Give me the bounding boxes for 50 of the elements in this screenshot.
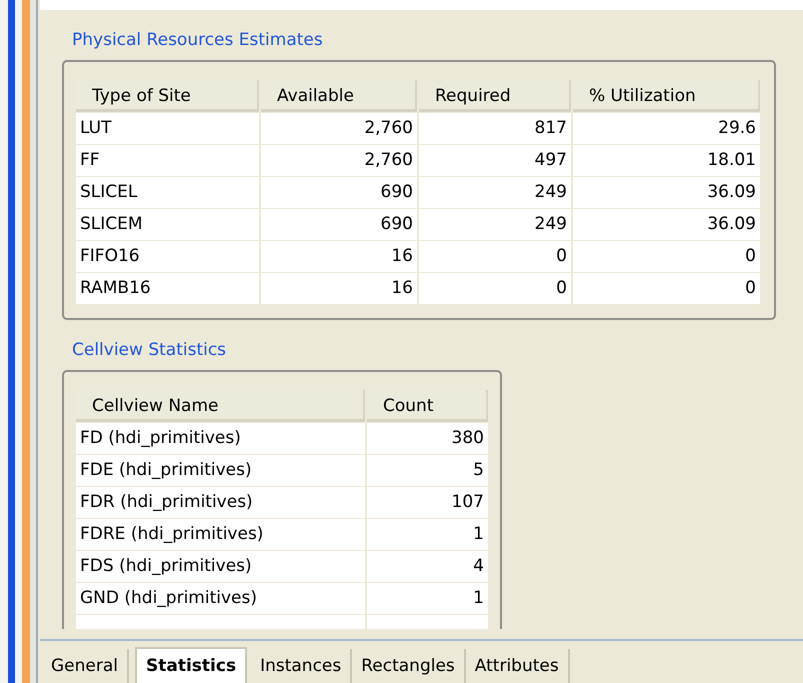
- section-title: Physical Resources Estimates: [72, 29, 324, 52]
- table-cell: GND (hdi_primitives): [76, 583, 365, 614]
- table-cell: FDR (hdi_primitives): [76, 487, 365, 518]
- column-header[interactable]: % Utilization: [573, 80, 760, 112]
- column-header[interactable]: Available: [261, 80, 417, 112]
- table-cell: 1: [367, 583, 488, 614]
- table-cell: LUT: [76, 113, 259, 144]
- table-cell: 2,760: [261, 113, 417, 144]
- table-cell: 18.01: [573, 145, 760, 176]
- table-cell: 29.6: [573, 113, 760, 144]
- table-cell: 497: [419, 145, 571, 176]
- table-cell: 690: [261, 209, 417, 240]
- table-cell: FD (hdi_primitives): [76, 423, 365, 454]
- table-cell: SLICEM: [76, 209, 259, 240]
- tab[interactable]: General: [42, 649, 129, 683]
- section-title: Cellview Statistics: [72, 339, 228, 362]
- tab[interactable]: Attributes: [466, 649, 570, 683]
- tab[interactable]: Instances: [251, 649, 352, 683]
- table-cell: 4: [367, 551, 488, 582]
- splitter-bar[interactable]: [0, 0, 40, 683]
- table-cell: 16: [261, 241, 417, 272]
- table-cell: 36.09: [573, 177, 760, 208]
- column-header[interactable]: Required: [419, 80, 571, 112]
- table-cell: FDRE (hdi_primitives): [76, 519, 365, 550]
- table-cell: FIFO16: [76, 241, 259, 272]
- column-header[interactable]: Type of Site: [76, 80, 259, 112]
- table-cell: 249: [419, 209, 571, 240]
- table-cell: 0: [419, 241, 571, 272]
- table-cell: FDE (hdi_primitives): [76, 455, 365, 486]
- table-cell: 5: [367, 455, 488, 486]
- tab[interactable]: Rectangles: [352, 649, 466, 683]
- table-cell: 817: [419, 113, 571, 144]
- column-header[interactable]: Cellview Name: [76, 390, 365, 422]
- table-cell: 16: [261, 273, 417, 304]
- tab[interactable]: Statistics: [135, 647, 248, 683]
- table-cell: 380: [367, 423, 488, 454]
- table-cell: 690: [261, 177, 417, 208]
- table-cell: 107: [367, 487, 488, 518]
- column-header[interactable]: Count: [367, 390, 488, 422]
- table-cell: SLICEL: [76, 177, 259, 208]
- table-cell: 0: [419, 273, 571, 304]
- table-cell: 0: [573, 241, 760, 272]
- table-cell: 36.09: [573, 209, 760, 240]
- table-cell: 2,760: [261, 145, 417, 176]
- table-cell: 0: [573, 273, 760, 304]
- table-cell: 249: [419, 177, 571, 208]
- table-cell: 1: [367, 519, 488, 550]
- table-cell: FDS (hdi_primitives): [76, 551, 365, 582]
- table-cell: FF: [76, 145, 259, 176]
- table-cell: RAMB16: [76, 273, 259, 304]
